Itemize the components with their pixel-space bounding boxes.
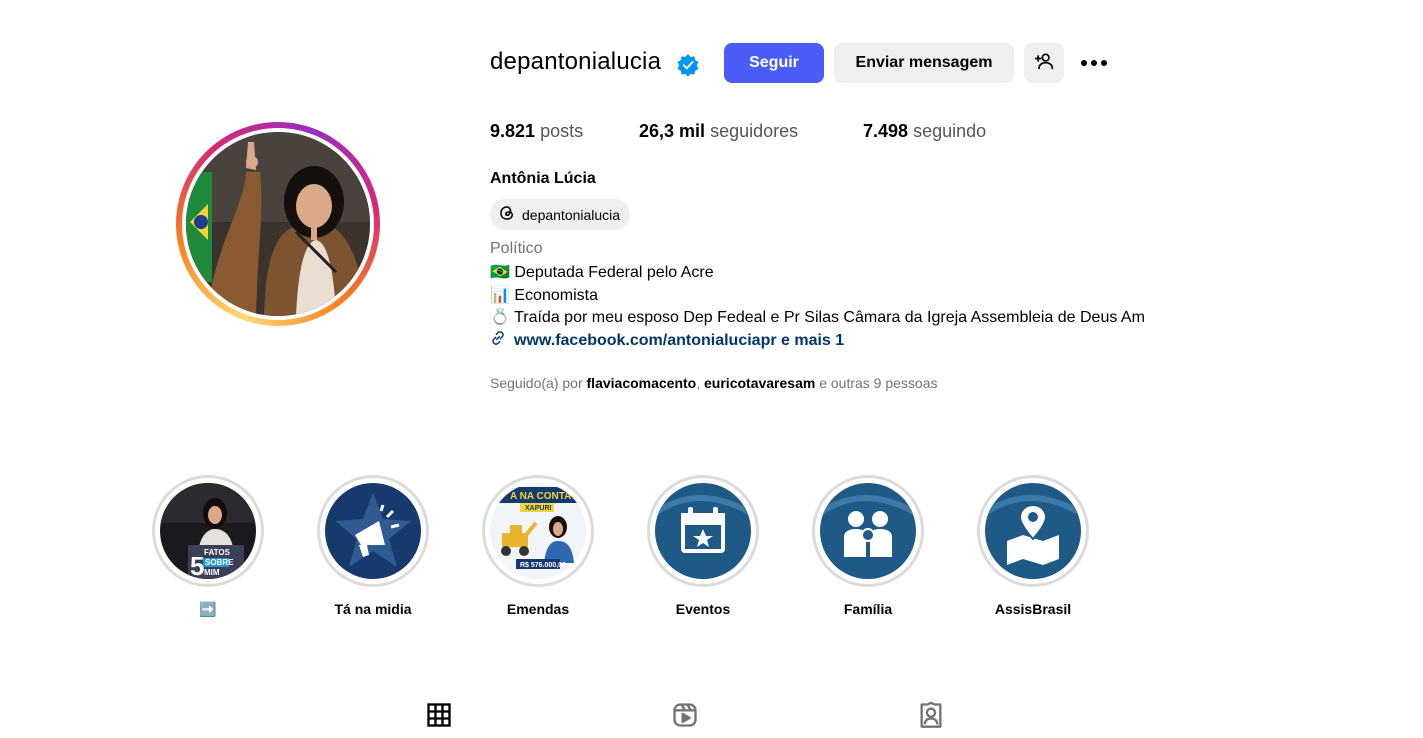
tab-posts-grid-icon[interactable] bbox=[425, 701, 453, 729]
bio-line-2: 📊 Economista bbox=[490, 287, 598, 304]
posts-count: 9.821 posts bbox=[490, 121, 584, 141]
svg-text:FATOS: FATOS bbox=[204, 548, 231, 557]
highlight-cover: A NA CONTA XAPURI R$ 576.000,00 bbox=[490, 483, 586, 579]
svg-text:SOBRE: SOBRE bbox=[205, 558, 234, 567]
highlight-label: Tá na midia bbox=[334, 601, 412, 617]
highlight-item[interactable]: A NA CONTA XAPURI R$ 576.000,00 Emendas bbox=[482, 475, 594, 617]
svg-text:A NA CONTA: A NA CONTA bbox=[510, 491, 571, 502]
profile-avatar[interactable] bbox=[176, 122, 380, 326]
highlight-label: AssisBrasil bbox=[994, 601, 1072, 617]
highlight-cover bbox=[655, 483, 751, 579]
highlight-item[interactable]: Tá na midia bbox=[317, 475, 429, 617]
profile-link-text: www.facebook.com/antonialuciapr e mais 1 bbox=[514, 331, 845, 349]
profile-category: Político bbox=[490, 240, 543, 257]
tab-tagged-icon[interactable] bbox=[917, 701, 945, 729]
bio-line-1: 🇧🇷 Deputada Federal pelo Acre bbox=[490, 264, 714, 281]
following-count[interactable]: 7.498 seguindo bbox=[863, 121, 986, 142]
profile-full-name: Antônia Lúcia bbox=[490, 170, 596, 187]
svg-text:XAPURI: XAPURI bbox=[525, 505, 552, 512]
highlight-cover bbox=[985, 483, 1081, 579]
highlight-item[interactable]: AssisBrasil bbox=[977, 475, 1089, 617]
profile-link[interactable]: www.facebook.com/antonialuciapr e mais 1 bbox=[490, 330, 844, 351]
highlight-cover: 5 FATOS SOBRE MIM bbox=[160, 483, 256, 579]
highlight-label: Emendas bbox=[506, 601, 570, 617]
followed-by-text[interactable]: Seguido(a) por flaviacomacento, euricota… bbox=[490, 375, 938, 391]
highlight-item[interactable]: Família bbox=[812, 475, 924, 617]
highlight-item[interactable]: 5 FATOS SOBRE MIM ➡️ bbox=[152, 475, 264, 618]
highlight-cover bbox=[820, 483, 916, 579]
verified-badge-icon bbox=[676, 53, 700, 77]
tab-reels-icon[interactable] bbox=[671, 701, 699, 729]
send-message-button[interactable]: Enviar mensagem bbox=[834, 43, 1014, 83]
threads-icon bbox=[498, 204, 516, 225]
add-user-icon bbox=[1034, 51, 1054, 76]
followers-count[interactable]: 26,3 mil seguidores bbox=[639, 121, 798, 142]
highlight-cover bbox=[325, 483, 421, 579]
highlight-label: Família bbox=[843, 601, 893, 617]
link-icon bbox=[490, 330, 506, 351]
threads-badge[interactable]: depantonialucia bbox=[490, 199, 631, 230]
calendar-star-icon bbox=[681, 507, 725, 553]
avatar-photo bbox=[186, 132, 370, 316]
bio-line-3: 💍 Traída por meu esposo Dep Fedeal e Pr … bbox=[490, 309, 1145, 326]
profile-username: depantonialucia bbox=[490, 48, 662, 75]
follow-button[interactable]: Seguir bbox=[724, 43, 824, 83]
svg-text:MIM: MIM bbox=[204, 568, 220, 577]
suggested-users-button[interactable] bbox=[1024, 43, 1064, 83]
highlight-label: ➡️ bbox=[199, 601, 217, 617]
svg-text:5: 5 bbox=[190, 551, 204, 579]
threads-handle: depantonialucia bbox=[522, 206, 621, 223]
highlight-label: Eventos bbox=[675, 601, 731, 617]
svg-text:R$ 576.000,00: R$ 576.000,00 bbox=[520, 562, 566, 569]
more-options-icon[interactable] bbox=[1078, 50, 1110, 76]
highlight-item[interactable]: Eventos bbox=[647, 475, 759, 617]
